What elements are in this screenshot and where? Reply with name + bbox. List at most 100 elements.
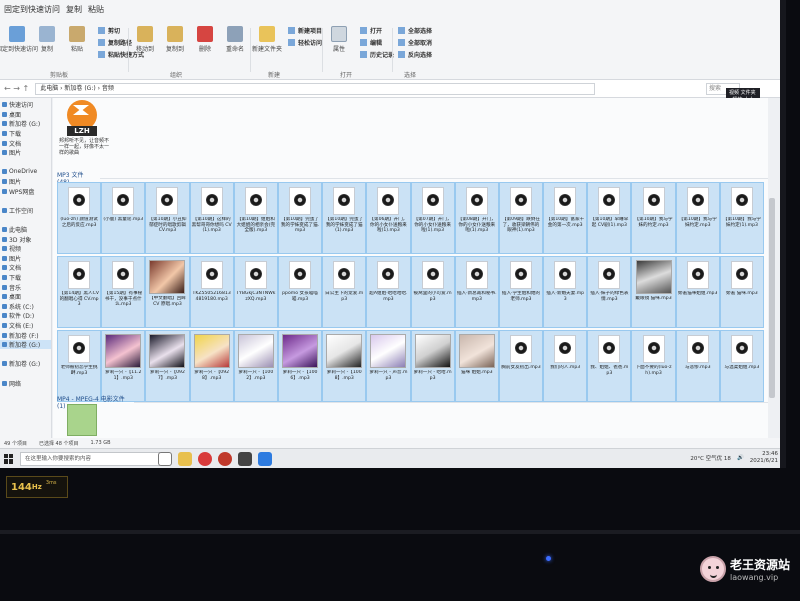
file-item[interactable]: 【第10期】早睡早起 CV剧(1).mp3 — [587, 182, 632, 254]
file-item[interactable]: 【第10期】我与学妹约定.mp3 — [675, 182, 720, 254]
file-item[interactable]: 被窝里的小可爱.mp3 — [410, 256, 455, 328]
file-item[interactable]: 萝莉一只 - 哈哈.mp3 — [410, 330, 455, 402]
file-item[interactable]: 【第14期】黑人CV的翻唱心得 CV.mp3 — [57, 256, 102, 328]
properties-button[interactable]: 属性 — [326, 26, 352, 60]
qat-item[interactable]: 粘贴 — [88, 4, 104, 15]
sidebar-item[interactable]: OneDrive — [0, 167, 51, 177]
sidebar-item[interactable]: 3D 对象 — [0, 234, 51, 244]
file-item[interactable]: 【中文翻唱】回眸 CV 原唱.mp3 — [145, 256, 190, 328]
file-item[interactable]: 我、姐姐、爸爸.mp3 — [587, 330, 632, 402]
file-item[interactable]: 【第10期】完蛋了我的学妹变成了猫(1).mp3 — [322, 182, 367, 254]
file-item[interactable]: 萝莉一只 -【1008】.mp3 — [322, 330, 367, 402]
sidebar-item[interactable] — [0, 196, 51, 206]
weather[interactable]: 20°C 空气优 18 — [690, 454, 731, 462]
mp4-file[interactable] — [67, 404, 97, 436]
sidebar-item[interactable]: 图片 — [0, 148, 51, 158]
sidebar-item[interactable]: 文档 — [0, 263, 51, 273]
group-header-mp4[interactable]: MP4 - MPEG-4 电影文件 (1) — [57, 394, 775, 410]
file-item[interactable]: 戴眼镜 猫咪.mp3 — [631, 256, 676, 328]
start-button[interactable] — [4, 453, 14, 464]
history-button[interactable]: 历史记录 — [360, 50, 394, 59]
sidebar-item[interactable]: 图片 — [0, 177, 51, 187]
file-item[interactable]: 萝莉一只 - 声音.mp3 — [366, 330, 411, 402]
file-item[interactable]: 萝莉一只 -【1006】.mp3 — [277, 330, 323, 402]
file-item[interactable]: 我们的人.mp3 — [543, 330, 588, 402]
sidebar-item[interactable]: 软件 (D:) — [0, 311, 51, 321]
open-button[interactable]: 打开 — [360, 26, 394, 35]
file-item[interactable]: 【第15期】有事秘书干，没事干点什么.mp3 — [101, 256, 146, 328]
file-item[interactable]: 【第06期】开门，你的小女仆送粮来啦(1).mp3 — [366, 182, 411, 254]
pin-button[interactable]: 固定到快速访问 — [0, 26, 38, 60]
copy-to-button[interactable]: 复制到 — [162, 26, 188, 60]
file-item[interactable]: ppomo 女孩喵喵喵.mp3 — [277, 256, 323, 328]
file-item[interactable]: 娇羞 猫咪.mp3 — [719, 256, 764, 328]
sidebar-item[interactable]: 新加卷 (F:) — [0, 330, 51, 340]
copy-button[interactable]: 复制 — [34, 26, 60, 60]
select-all-button[interactable]: 全部选择 — [398, 26, 432, 35]
file-item[interactable]: 【第10期】姐姐和大姐姐的相亲会(完全版).mp3 — [233, 182, 278, 254]
sidebar-item[interactable]: 系统 (C:) — [0, 301, 51, 311]
file-item[interactable]: 【第10期】这样的黑帮哥哥你想吗 CV(1).mp3 — [189, 182, 234, 254]
scrollbar-thumb[interactable] — [769, 198, 775, 398]
scrollbar[interactable] — [768, 98, 776, 438]
sidebar-item[interactable]: 新加卷 (G:) — [0, 359, 51, 369]
nav-arrows[interactable]: ← → ↑ — [4, 84, 29, 93]
file-item[interactable]: 萝莉一只 -【0928】.mp3 — [189, 330, 234, 402]
file-item[interactable]: 【第10期】我与学妹约定(1).mp3 — [719, 182, 764, 254]
file-item[interactable]: 【第10期】小丑抑郁症时的唱歌剪辑 CV.mp3 — [145, 182, 190, 254]
music-app-icon[interactable] — [198, 452, 212, 466]
sidebar-item[interactable]: 新加卷 (G:) — [0, 339, 51, 350]
sidebar-item[interactable]: 此电脑 — [0, 225, 51, 235]
clock[interactable]: 23:46 2021/6/21 — [750, 451, 778, 465]
sidebar-item[interactable] — [0, 158, 51, 168]
volume-icon[interactable]: 🔊 — [737, 455, 744, 461]
edit-button[interactable]: 编辑 — [360, 38, 394, 47]
file-item[interactable]: 胸前女友初出.mp3 — [498, 330, 544, 402]
file-item[interactable]: 【第07期】开门，你的小女仆送粮来啦(1).mp3 — [410, 182, 455, 254]
file-item[interactable]: 下面不要的(luo-zh).mp3 — [631, 330, 676, 402]
sidebar-item[interactable]: WPS网盘 — [0, 186, 51, 196]
file-item[interactable]: 娇羞猫咪姐姐.mp3 — [675, 256, 720, 328]
store-icon[interactable] — [258, 452, 272, 466]
netease-icon[interactable] — [218, 452, 232, 466]
move-to-button[interactable]: 移动到 — [132, 26, 158, 60]
qat-item[interactable]: 复制 — [66, 4, 82, 15]
file-item[interactable]: 插入·新婚夫妻.mp3 — [543, 256, 588, 328]
camera-icon[interactable] — [238, 452, 252, 466]
file-item[interactable]: 超A姐姐·哈哈哈哈.mp3 — [366, 256, 411, 328]
file-item[interactable]: 白公主下的宠爱.mp3 — [322, 256, 367, 328]
path-field[interactable]: 此电脑 › 新加卷 (G:) › 音频 — [35, 82, 596, 95]
file-item[interactable]: 与悲惨.mp3 — [675, 330, 720, 402]
sidebar-item[interactable]: 下载 — [0, 273, 51, 283]
sidebar-item[interactable] — [0, 369, 51, 379]
sidebar-item[interactable]: 桌面 — [0, 292, 51, 302]
sidebar-item[interactable]: 桌面 — [0, 110, 51, 120]
new-item-button[interactable]: 新建项目 — [288, 26, 322, 35]
file-item[interactable]: 插入·学生姐和她的老师.mp3 — [498, 256, 544, 328]
file-item[interactable]: TKZ55052168134819180.mp3 — [189, 256, 234, 328]
file-item[interactable]: 猫咪 姐姐.mp3 — [454, 330, 499, 402]
file-item[interactable]: 【第10期】我与学妹的约定.mp3 — [631, 182, 676, 254]
delete-button[interactable]: 删除 — [192, 26, 218, 60]
file-item[interactable]: 萝莉一只 -【11.21】.mp3 — [101, 330, 146, 402]
sidebar-item[interactable] — [0, 349, 51, 359]
file-item[interactable]: 萝莉一只 -【1002】.mp3 — [233, 330, 278, 402]
sidebar-item[interactable]: 网络 — [0, 378, 51, 388]
lzh-file[interactable]: LZH 邦邦听不见，让音频不一样一起，好像不太一样的歌曲 — [59, 100, 109, 156]
file-item[interactable]: 【第09期】跌倒在了，收获梁朝伟的眼神(1).mp3 — [498, 182, 544, 254]
file-item[interactable]: (小鹿) 黑童谣.mp3 — [101, 182, 146, 254]
invert-selection-button[interactable]: 反向选择 — [398, 50, 432, 59]
file-item[interactable]: 【第10期】富家千金的第一次.mp3 — [543, 182, 588, 254]
sidebar-item[interactable]: 下载 — [0, 129, 51, 139]
sidebar-item[interactable]: 音乐 — [0, 282, 51, 292]
file-item[interactable]: 与温柔姐姐.mp3 — [719, 330, 764, 402]
file-item[interactable]: (luo-zh) 颜值测试之后的反应.mp3 — [57, 182, 102, 254]
file-item[interactable]: 老师被初恋学生挑衅.mp3 — [57, 330, 102, 402]
easy-access-button[interactable]: 轻松访问 — [288, 38, 322, 47]
sidebar-item[interactable]: 文档 — [0, 138, 51, 148]
sidebar-item[interactable]: 快速访问 — [0, 100, 51, 110]
sidebar-item[interactable]: 视频 — [0, 244, 51, 254]
qat-item[interactable]: 固定到快速访问 — [4, 4, 60, 15]
sidebar-item[interactable] — [0, 215, 51, 225]
sidebar-item[interactable]: 工作空间 — [0, 206, 51, 216]
